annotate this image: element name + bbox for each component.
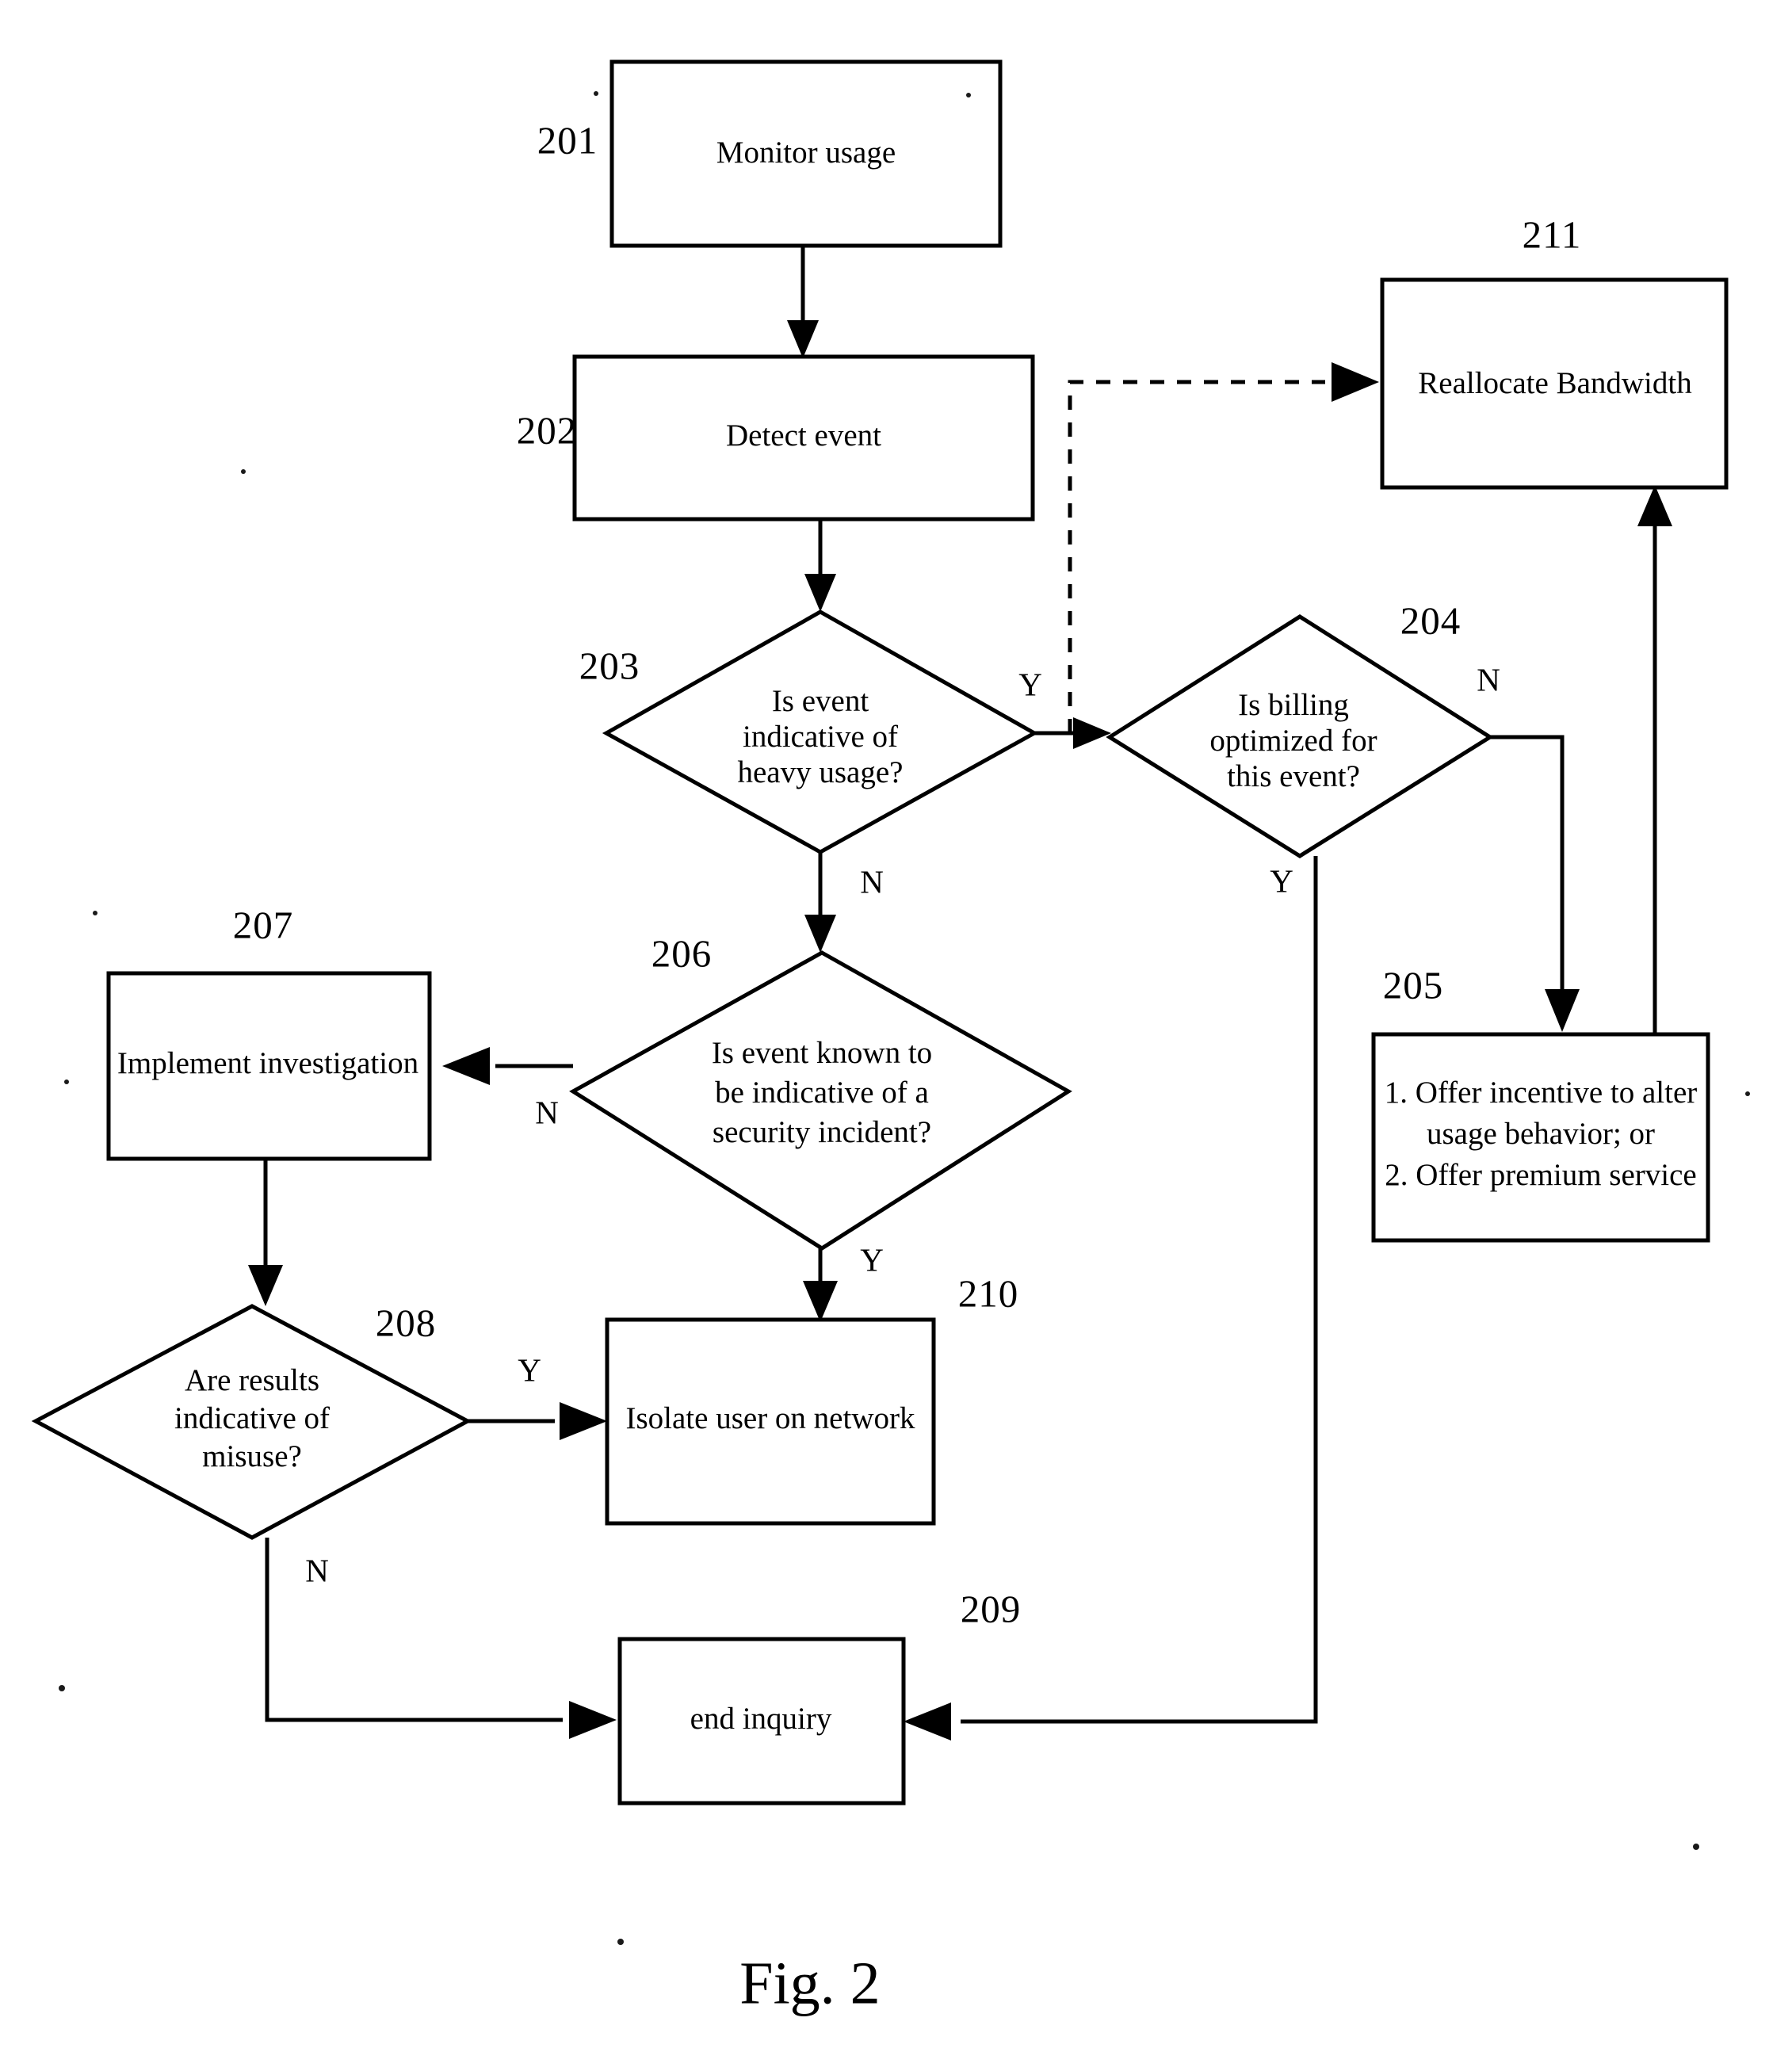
ref-number-207: 207 (233, 903, 294, 946)
node-202-label: Detect event (726, 418, 881, 453)
scan-speck (93, 911, 97, 915)
node-205-offer-options[interactable]: 1. Offer incentive to alter usage behavi… (1371, 1032, 1710, 1243)
ref-number-204: 204 (1400, 598, 1461, 642)
branch-label-203-no: N (860, 863, 884, 900)
connector-201-to-202 (787, 246, 819, 358)
node-201-label: Monitor usage (716, 136, 896, 170)
node-208-label-line3: misuse? (202, 1439, 302, 1473)
connector-203-yes-to-204 (1034, 717, 1111, 749)
ref-number-205: 205 (1383, 963, 1444, 1007)
ref-number-202: 202 (517, 408, 578, 452)
scan-speck (594, 91, 598, 96)
connector-204-no-to-205 (1490, 735, 1580, 1032)
node-203-label-line2: indicative of (743, 720, 898, 754)
node-207-implement-investigation[interactable]: Implement investigation (106, 971, 432, 1161)
node-203-label-line1: Is event (772, 684, 869, 718)
scan-speck (966, 93, 971, 97)
connector-206-no-to-207 (442, 1047, 573, 1085)
node-211-label: Reallocate Bandwidth (1418, 366, 1691, 400)
branch-label-204-no: N (1477, 661, 1500, 697)
node-205-label-line3: 2. Offer premium service (1385, 1158, 1696, 1192)
figure-caption: Fig. 2 (739, 1950, 880, 2016)
connector-208-yes-to-210 (468, 1402, 607, 1440)
node-210-label: Isolate user on network (626, 1401, 915, 1435)
node-209-label: end inquiry (690, 1702, 832, 1736)
scan-speck (1745, 1091, 1750, 1096)
node-204-billing-optimized-decision[interactable]: Is billing optimized for this event? (1106, 614, 1494, 858)
connector-206-yes-to-210 (803, 1248, 838, 1322)
scan-speck (64, 1079, 69, 1084)
node-208-label-line1: Are results (185, 1363, 319, 1397)
node-206-security-incident-decision[interactable]: Is event known to be indicative of a sec… (569, 950, 1072, 1251)
ref-number-206: 206 (651, 931, 713, 975)
scan-speck (59, 1685, 65, 1691)
branch-label-203-yes: Y (1018, 666, 1042, 702)
branch-label-204-yes: Y (1270, 862, 1293, 899)
scan-speck (617, 1939, 624, 1945)
node-204-label-line2: optimized for (1209, 724, 1377, 758)
connector-207-to-208 (248, 1159, 283, 1306)
node-211-reallocate-bandwidth[interactable]: Reallocate Bandwidth (1380, 277, 1729, 490)
node-205-label-line2: usage behavior; or (1427, 1117, 1655, 1151)
node-208-label-line2: indicative of (174, 1401, 330, 1435)
node-206-label-line2: be indicative of a (715, 1076, 929, 1110)
connector-205-to-211 (1637, 485, 1672, 1034)
ref-number-209: 209 (961, 1587, 1022, 1630)
ref-number-208: 208 (376, 1301, 437, 1344)
node-204-label-line1: Is billing (1238, 688, 1349, 722)
flowchart-canvas: Monitor usage 201 Detect event 202 Is ev… (31, 59, 1750, 2016)
node-210-isolate-user[interactable]: Isolate user on network (605, 1317, 936, 1526)
branch-label-206-yes: Y (860, 1241, 884, 1278)
node-206-label-line3: security incident? (713, 1115, 931, 1149)
node-205-label-line1: 1. Offer incentive to alter (1385, 1076, 1698, 1110)
branch-label-206-no: N (535, 1094, 559, 1130)
node-207-label: Implement investigation (117, 1046, 418, 1080)
connector-203-no-to-206 (804, 852, 836, 953)
patent-figure: Monitor usage 201 Detect event 202 Is ev… (0, 0, 1792, 2052)
branch-label-208-yes: Y (518, 1351, 541, 1388)
connector-202-to-203 (804, 519, 836, 612)
branch-label-208-no: N (305, 1552, 329, 1588)
ref-number-201: 201 (537, 118, 598, 162)
node-203-heavy-usage-decision[interactable]: Is event indicative of heavy usage? (602, 609, 1039, 854)
node-201-monitor-usage[interactable]: Monitor usage (609, 59, 1003, 248)
node-203-label-line3: heavy usage? (738, 755, 904, 789)
scan-speck (1693, 1844, 1699, 1850)
node-202-detect-event[interactable]: Detect event (572, 354, 1035, 522)
node-204-label-line3: this event? (1227, 759, 1360, 793)
node-209-end-inquiry[interactable]: end inquiry (617, 1637, 906, 1806)
scan-speck (241, 469, 246, 474)
ref-number-211: 211 (1523, 212, 1582, 256)
ref-number-210: 210 (958, 1271, 1019, 1315)
ref-number-203: 203 (579, 644, 640, 687)
node-206-label-line1: Is event known to (712, 1036, 932, 1070)
